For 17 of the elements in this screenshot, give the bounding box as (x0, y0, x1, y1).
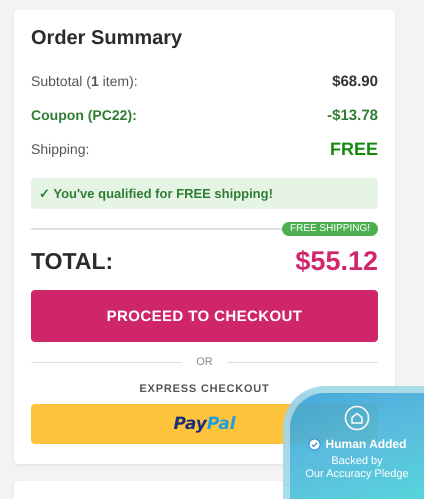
line-amount: $68.90 (332, 72, 378, 90)
card-title: Order Summary (31, 27, 184, 50)
line-amount: -$13.78 (327, 106, 378, 124)
shipping-notice: ✓ You've qualified for FREE shipping! (31, 178, 378, 209)
separator-text: OR (196, 356, 213, 368)
total-label: TOTAL: (31, 248, 114, 274)
house-icon (344, 405, 370, 431)
check-circle-icon (308, 438, 321, 450)
free-shipping-badge: FREE SHIPPING! (282, 222, 378, 236)
total-amount: $55.12 (295, 246, 378, 276)
line-amount: FREE (330, 138, 378, 160)
trust-subtitle: Backed by Our Accuracy Pledge (305, 455, 409, 482)
line-label: Shipping: (31, 141, 90, 157)
express-checkout-label: EXPRESS CHECKOUT (138, 383, 271, 395)
line-label: Subtotal (1 item): (31, 73, 138, 89)
line-label: Coupon (PC22): (31, 107, 137, 123)
checkout-button[interactable]: PROCEED TO CHECKOUT (31, 290, 378, 342)
